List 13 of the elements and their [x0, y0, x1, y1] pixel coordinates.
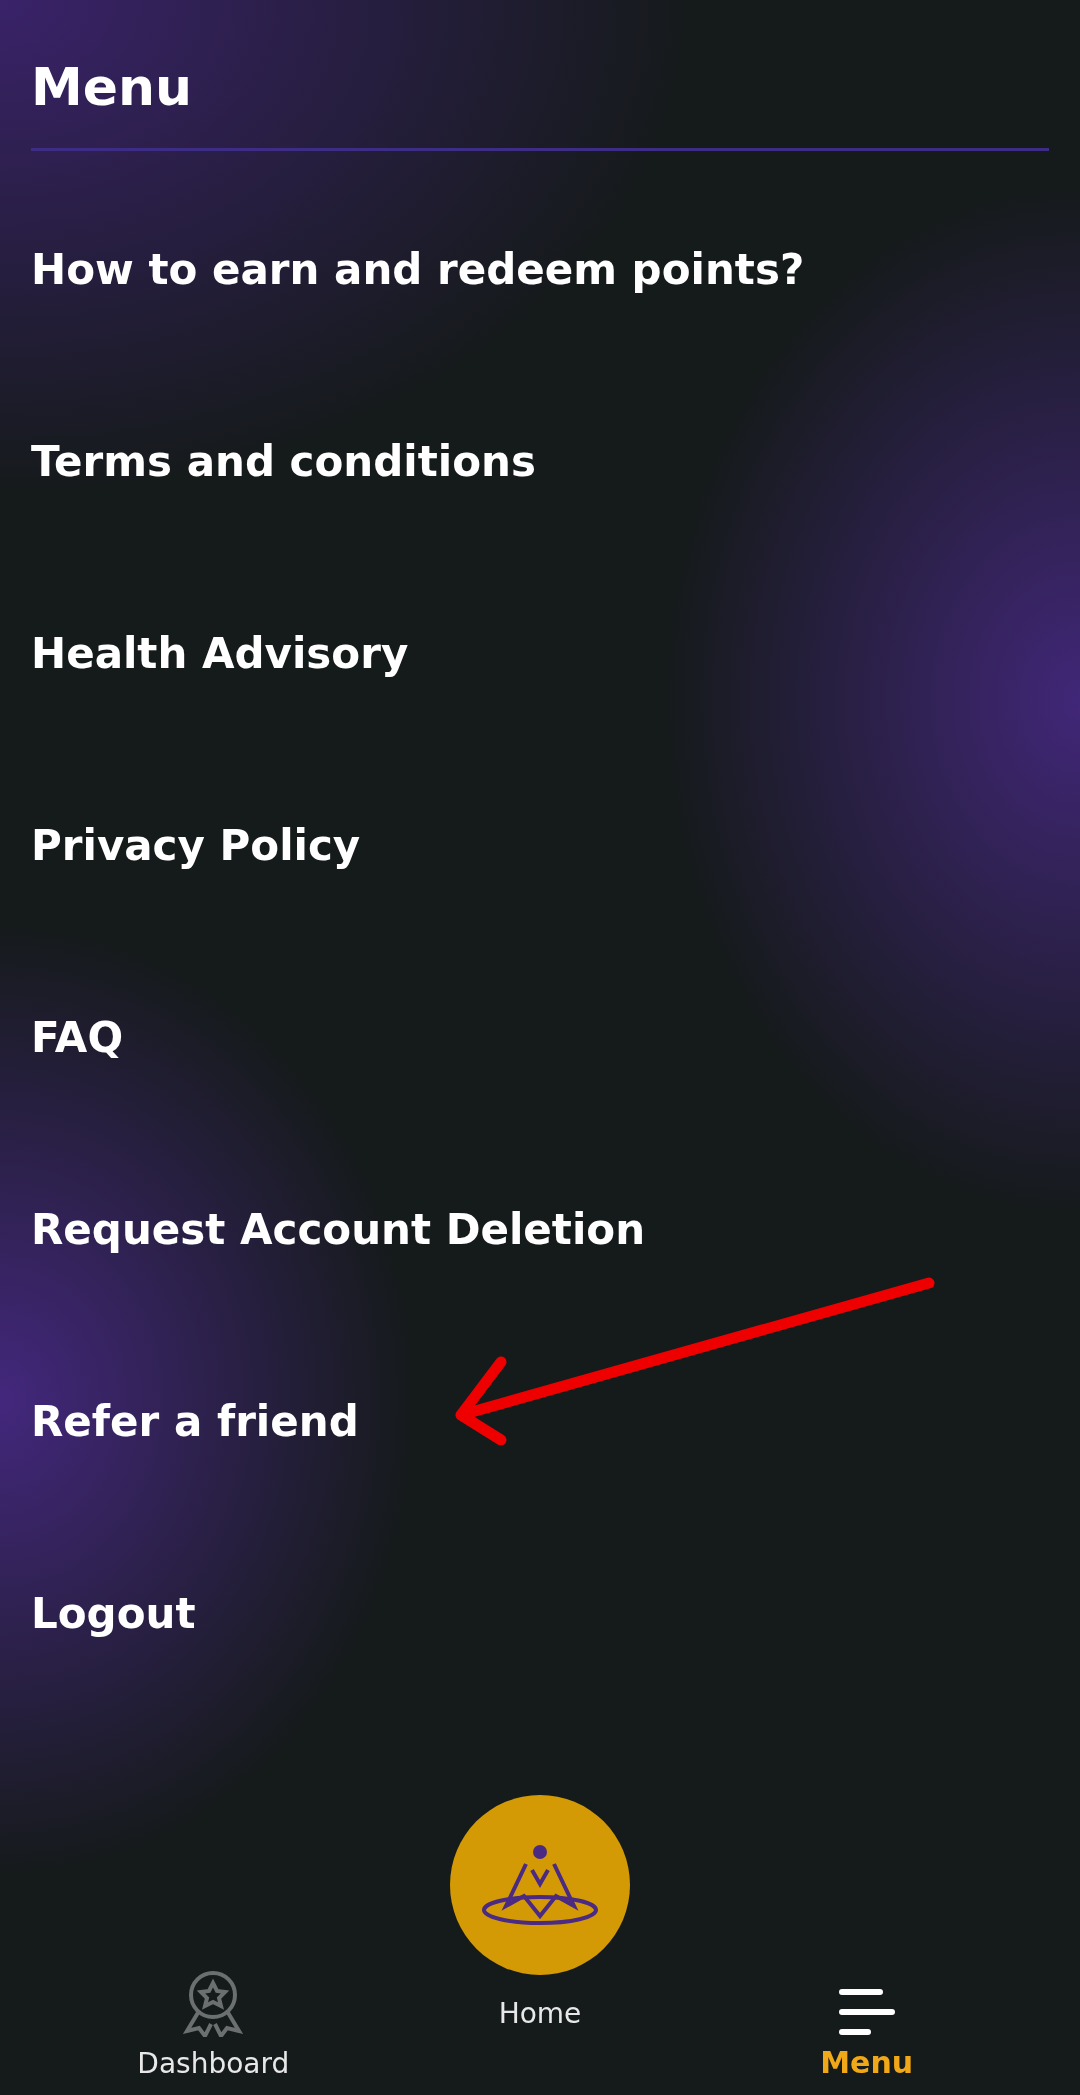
- menu-item[interactable]: Request Account Deletion: [31, 1133, 1049, 1325]
- menu-item[interactable]: Refer a friend: [31, 1325, 1049, 1517]
- menu-item[interactable]: FAQ: [31, 941, 1049, 1133]
- menu-icon: [838, 1989, 895, 2035]
- dashboard-tab[interactable]: Dashboard: [137, 1969, 290, 2080]
- menu-item[interactable]: Health Advisory: [31, 557, 1049, 749]
- menu-item[interactable]: Privacy Policy: [31, 749, 1049, 941]
- menu-tab[interactable]: Menu: [820, 1989, 914, 2080]
- page-title: Menu: [31, 52, 1049, 151]
- menu-item[interactable]: Terms and conditions: [31, 365, 1049, 557]
- award-ribbon-icon: [183, 1969, 244, 2037]
- menu-item[interactable]: How to earn and redeem points?: [31, 173, 1049, 365]
- menu-item[interactable]: Logout: [31, 1517, 1049, 1709]
